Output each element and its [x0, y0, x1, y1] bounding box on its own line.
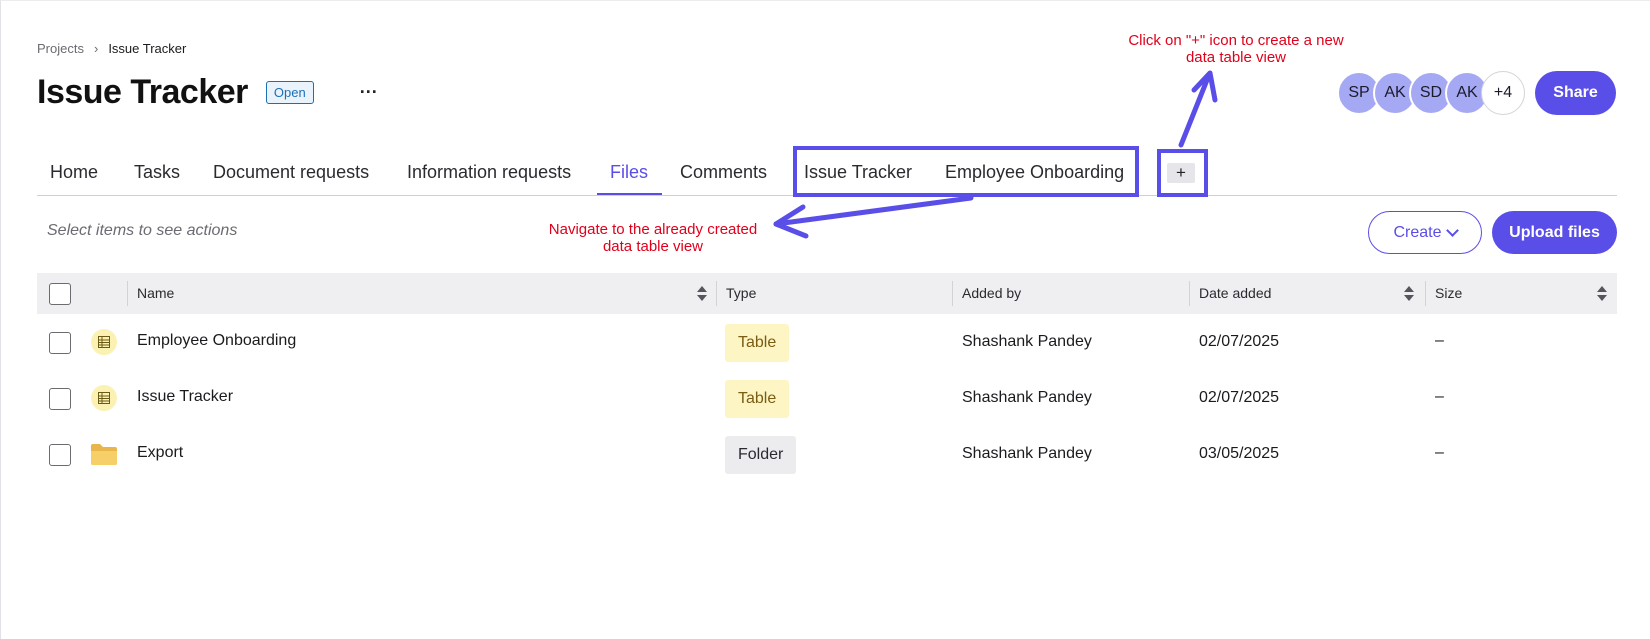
column-divider	[952, 281, 953, 306]
row-name[interactable]: Employee Onboarding	[137, 332, 296, 350]
table-row[interactable]: Employee Onboarding Table Shashank Pande…	[37, 315, 1617, 371]
tab-comments[interactable]: Comments	[680, 162, 767, 183]
table-icon	[91, 329, 117, 355]
column-header-size[interactable]: Size	[1435, 285, 1462, 301]
column-divider	[716, 281, 717, 306]
collaborator-avatars[interactable]: SP AK SD AK +4	[1337, 71, 1525, 115]
tab-tasks[interactable]: Tasks	[134, 162, 180, 183]
highlight-box-custom-tabs	[793, 146, 1139, 197]
tab-files[interactable]: Files	[610, 162, 648, 183]
column-divider	[1425, 281, 1426, 306]
folder-icon	[91, 444, 117, 465]
type-badge: Folder	[725, 436, 797, 474]
files-page: Projects › Issue Tracker Issue Tracker O…	[0, 0, 1650, 639]
sort-icon[interactable]	[1597, 285, 1607, 303]
tab-home[interactable]: Home	[50, 162, 98, 183]
selection-hint: Select items to see actions	[47, 222, 238, 239]
type-badge: Table	[725, 380, 790, 418]
arrow-up-head	[1191, 70, 1218, 103]
annotation-navigate-line-1: Navigate to the already created	[548, 221, 758, 238]
row-checkbox[interactable]	[49, 444, 71, 466]
annotation-plus-line-1: Click on "+" icon to create a new	[1128, 32, 1344, 49]
row-size: –	[1435, 332, 1444, 349]
table-row[interactable]: Export Folder Shashank Pandey 03/05/2025…	[37, 427, 1617, 483]
annotation-navigate-note: Navigate to the already created data tab…	[533, 221, 773, 255]
status-badge: Open	[265, 81, 314, 104]
active-tab-indicator	[597, 193, 662, 195]
row-added-by: Shashank Pandey	[962, 445, 1092, 462]
create-button-label: Create	[1393, 223, 1442, 241]
tab-information-requests[interactable]: Information requests	[407, 162, 571, 183]
page-title: Issue Tracker	[37, 73, 248, 111]
create-dropdown-button[interactable]: Create	[1368, 211, 1482, 254]
arrow-left-head	[773, 204, 809, 239]
row-date-added: 03/05/2025	[1199, 445, 1280, 462]
breadcrumb: Projects › Issue Tracker	[37, 41, 186, 56]
chevron-down-icon	[1445, 223, 1459, 237]
row-added-by: Shashank Pandey	[962, 333, 1092, 350]
breadcrumb-projects-link[interactable]: Projects	[37, 41, 84, 56]
more-options-button[interactable]: ···	[356, 80, 382, 106]
table-icon	[91, 385, 117, 411]
highlight-box-add-tab	[1157, 149, 1208, 197]
row-name[interactable]: Issue Tracker	[137, 388, 233, 406]
table-row[interactable]: Issue Tracker Table Shashank Pandey 02/0…	[37, 371, 1617, 427]
sort-icon[interactable]	[1404, 285, 1414, 303]
row-size: –	[1435, 444, 1444, 461]
title-row: Issue Tracker Open ···	[37, 73, 382, 112]
annotation-plus-note: Click on "+" icon to create a new data t…	[1101, 32, 1371, 66]
row-name[interactable]: Export	[137, 444, 183, 462]
breadcrumb-current: Issue Tracker	[108, 41, 187, 56]
annotation-plus-line-2: data table view	[1185, 49, 1287, 66]
tab-document-requests[interactable]: Document requests	[213, 162, 369, 183]
column-divider	[1189, 281, 1190, 306]
column-header-name[interactable]: Name	[137, 285, 174, 301]
row-checkbox[interactable]	[49, 388, 71, 410]
arrow-up-to-plus-note	[1178, 72, 1212, 148]
column-header-type: Type	[726, 285, 757, 301]
chevron-right-icon: ›	[93, 41, 99, 56]
upload-files-button[interactable]: Upload files	[1492, 211, 1617, 254]
row-date-added: 02/07/2025	[1199, 389, 1280, 406]
type-badge: Table	[725, 324, 790, 362]
column-header-date-added[interactable]: Date added	[1199, 285, 1271, 301]
select-all-checkbox[interactable]	[49, 283, 71, 305]
table-header: Name Type Added by Date added Size	[37, 273, 1617, 314]
arrow-to-custom-tabs	[773, 195, 974, 227]
row-size: –	[1435, 388, 1444, 405]
row-added-by: Shashank Pandey	[962, 389, 1092, 406]
column-divider	[127, 281, 128, 306]
sort-icon[interactable]	[697, 285, 707, 303]
row-date-added: 02/07/2025	[1199, 333, 1280, 350]
share-button[interactable]: Share	[1535, 71, 1616, 115]
annotation-navigate-line-2: data table view	[602, 238, 704, 255]
row-checkbox[interactable]	[49, 332, 71, 354]
avatar-overflow-count[interactable]: +4	[1481, 71, 1525, 115]
column-header-added-by: Added by	[962, 285, 1022, 301]
